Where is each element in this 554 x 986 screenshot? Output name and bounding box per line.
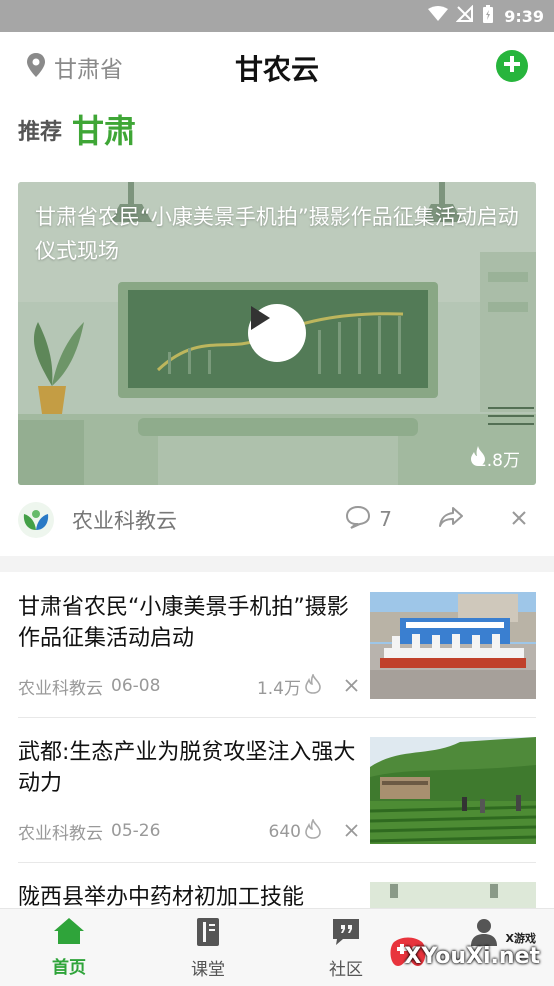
chat-icon	[331, 919, 361, 951]
play-button[interactable]	[248, 304, 306, 362]
close-icon[interactable]	[512, 510, 526, 529]
featured-source-row: 农业科教云 7	[18, 497, 536, 543]
app-title: 甘农云	[234, 53, 319, 86]
news-source: 农业科教云	[18, 823, 103, 844]
recommend-region-tab[interactable]: 甘肃	[72, 106, 136, 152]
home-icon	[53, 918, 85, 949]
tab-label: 首页	[52, 958, 86, 978]
section-divider	[0, 556, 554, 572]
recommend-bar: 推荐 甘肃	[18, 112, 136, 152]
news-date: 06-08	[111, 676, 161, 696]
tab-label: 社区	[329, 960, 363, 980]
recommend-label: 推荐	[18, 120, 63, 145]
news-separator	[18, 862, 536, 863]
tab-community[interactable]: 社区	[306, 917, 386, 980]
comment-count: 7	[379, 507, 392, 531]
add-button[interactable]	[496, 50, 528, 82]
battery-icon	[482, 4, 494, 28]
status-bar: 9:39	[0, 0, 554, 32]
watermark-text: XYouXi.net	[404, 944, 540, 969]
tab-classroom[interactable]: 课堂	[168, 917, 248, 980]
tab-label: 课堂	[191, 960, 225, 980]
news-date: 05-26	[111, 821, 161, 841]
news-thumbnail	[370, 882, 536, 908]
site-watermark: X游戏 XYouXi.net	[388, 928, 548, 976]
dismiss-icon[interactable]	[345, 677, 358, 697]
featured-views: 1.8万	[470, 446, 520, 471]
news-item[interactable]: 陇西县举办中药材初加工技能	[18, 882, 536, 908]
news-meta: 农业科教云 05-26 640	[18, 817, 358, 844]
news-source: 农业科教云	[18, 678, 103, 699]
news-thumbnail	[370, 592, 536, 699]
news-item[interactable]: 武都:生态产业为脱贫攻坚注入强大动力 农业科教云 05-26 640	[18, 737, 536, 867]
featured-video-card[interactable]: 甘肃省农民“小康美景手机拍”摄影作品征集活动启动仪式现场 1.8万	[18, 182, 536, 485]
app-header: 甘肃省 甘农云	[0, 32, 554, 102]
news-item[interactable]: 甘肃省农民“小康美景手机拍”摄影作品征集活动启动 农业科教云 06-08 1.4…	[18, 592, 536, 722]
status-time: 9:39	[504, 6, 544, 26]
comment-icon[interactable]	[345, 505, 371, 533]
source-logo-icon	[18, 502, 54, 538]
news-meta: 农业科教云 06-08 1.4万	[18, 672, 358, 699]
featured-video-title: 甘肃省农民“小康美景手机拍”摄影作品征集活动启动仪式现场	[35, 205, 519, 263]
news-title: 武都:生态产业为脱贫攻坚注入强大动力	[18, 740, 356, 796]
news-views: 1.4万	[256, 679, 301, 699]
news-thumbnail	[370, 737, 536, 844]
news-views: 640	[268, 821, 301, 842]
share-icon[interactable]	[438, 506, 464, 532]
tab-home[interactable]: 首页	[29, 917, 109, 978]
flame-icon	[305, 672, 321, 699]
wifi-icon	[428, 6, 449, 26]
news-separator	[18, 717, 536, 718]
book-icon	[194, 918, 222, 951]
dismiss-icon[interactable]	[345, 822, 358, 842]
plus-icon	[503, 55, 521, 77]
flame-icon	[305, 817, 321, 844]
no-signal-icon	[455, 4, 474, 27]
news-title: 陇西县举办中药材初加工技能	[18, 885, 305, 908]
featured-source-name[interactable]: 农业科教云	[72, 505, 177, 535]
news-title: 甘肃省农民“小康美景手机拍”摄影作品征集活动启动	[18, 595, 349, 651]
